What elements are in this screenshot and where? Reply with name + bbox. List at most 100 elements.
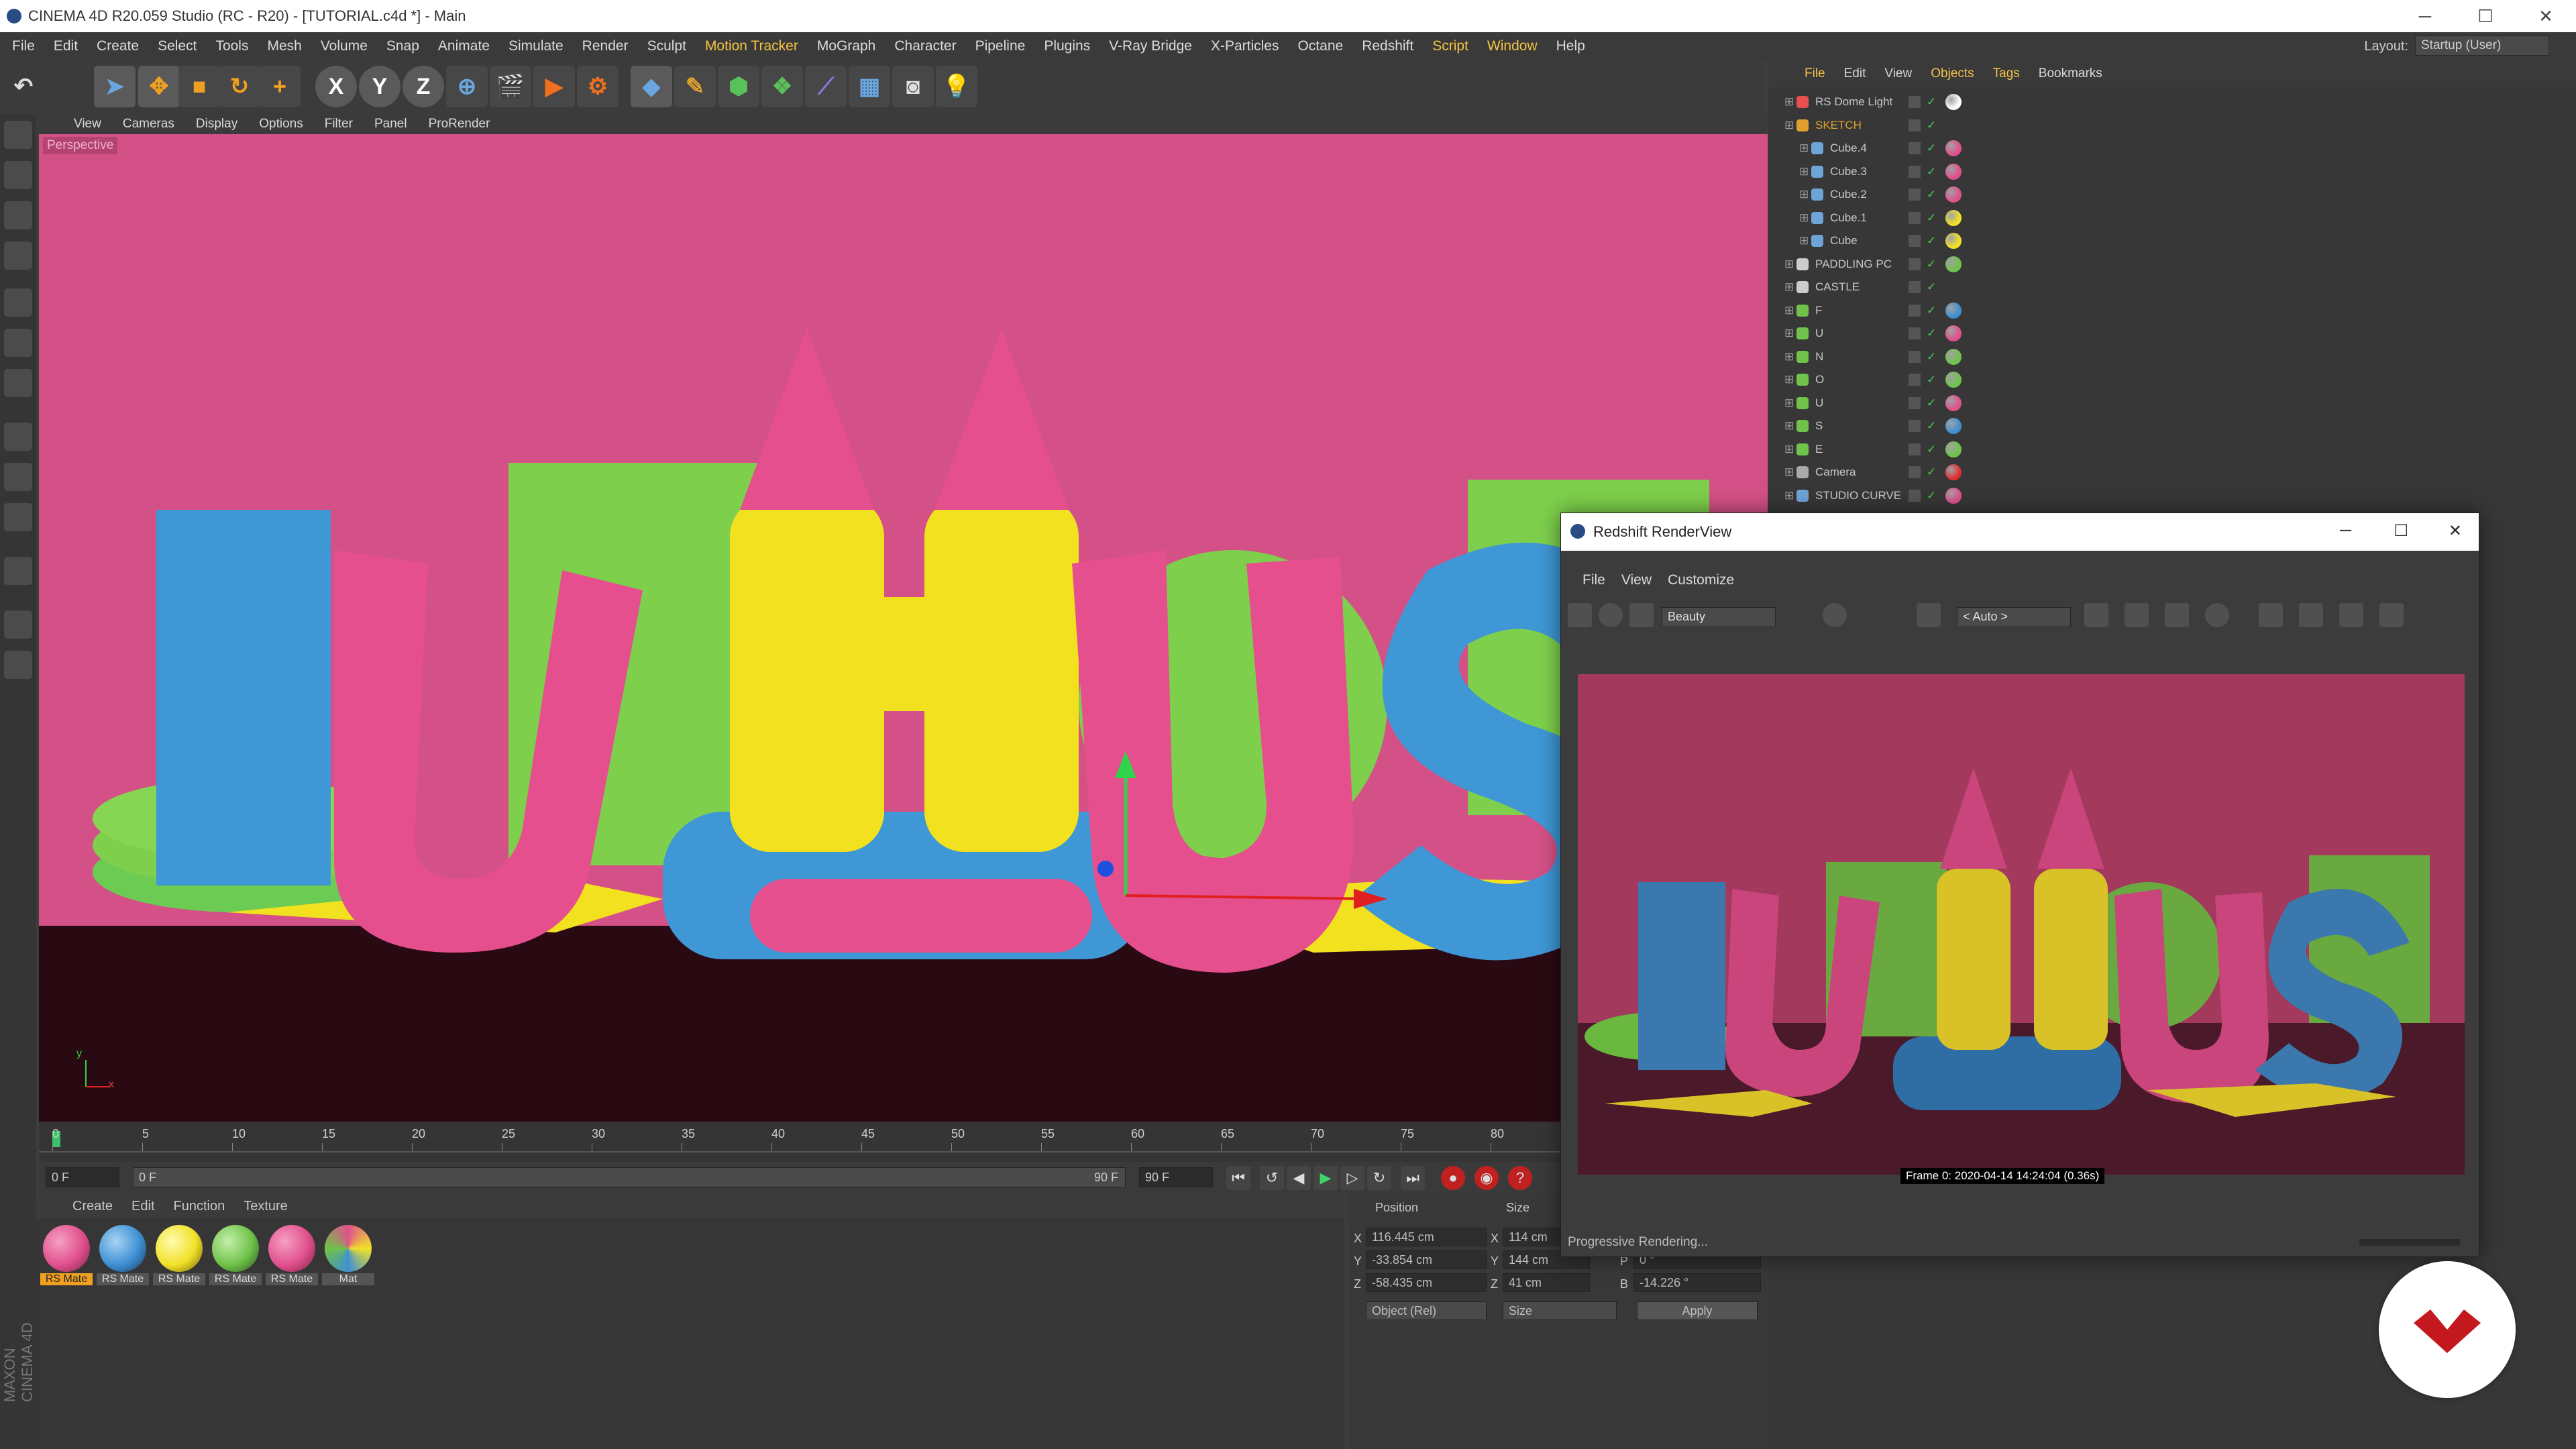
model-mode-button[interactable]	[4, 161, 32, 189]
enabled-check-icon[interactable]: ✓	[1927, 211, 1936, 225]
material-swatch[interactable]: RS Mate	[40, 1224, 93, 1288]
hdr-toggle[interactable]	[1823, 603, 1847, 627]
go-to-start-button[interactable]: ⏮	[1226, 1166, 1250, 1190]
undo-button[interactable]: ↶	[3, 66, 44, 107]
points-mode-button[interactable]	[4, 288, 32, 317]
object-name[interactable]: U	[1815, 327, 1916, 340]
object-row[interactable]: ⊞ PADDLING PC ✓	[1784, 254, 2556, 275]
menu-octane[interactable]: Octane	[1288, 38, 1352, 54]
material-tag-icon[interactable]	[1945, 464, 1962, 480]
menu-simulate[interactable]: Simulate	[499, 38, 573, 54]
object-row[interactable]: ⊞ U ✓	[1784, 392, 2556, 414]
floor-button[interactable]: ▦	[849, 66, 890, 107]
edges-mode-button[interactable]	[4, 329, 32, 357]
cube-object-button[interactable]: ◆	[631, 66, 672, 107]
render-settings-button[interactable]: ⚙	[577, 66, 619, 107]
renderview-maximize-icon[interactable]: ☐	[2394, 521, 2408, 541]
menu-mograph[interactable]: MoGraph	[808, 38, 885, 54]
menu-tools[interactable]: Tools	[206, 38, 258, 54]
menu-vray-bridge[interactable]: V-Ray Bridge	[1099, 38, 1201, 54]
enabled-check-icon[interactable]: ✓	[1927, 258, 1936, 271]
object-row[interactable]: ⊞ STUDIO CURVE ✓	[1784, 485, 2556, 506]
expand-icon[interactable]: ⊞	[1799, 234, 1811, 248]
layer-icon[interactable]	[1909, 443, 1921, 455]
render-preview-image[interactable]	[1578, 674, 2465, 1175]
material-tag-icon[interactable]	[1945, 209, 1962, 226]
next-frame-button[interactable]: ▷	[1340, 1166, 1364, 1190]
expand-icon[interactable]: ⊞	[1784, 396, 1796, 410]
go-to-end-button[interactable]: ⏭	[1401, 1166, 1425, 1190]
layer-icon[interactable]	[1909, 420, 1921, 432]
size-mode-select[interactable]: Size	[1503, 1301, 1617, 1320]
rotate-tool-button[interactable]: ↻	[219, 66, 260, 107]
minimize-button[interactable]: ─	[2395, 0, 2455, 32]
layer-icon[interactable]	[1909, 304, 1921, 317]
material-tag-icon[interactable]	[1945, 163, 1962, 180]
object-row[interactable]: ⊞ U ✓	[1784, 323, 2556, 344]
record-key-button[interactable]: ●	[1441, 1166, 1465, 1190]
object-row[interactable]: ⊞ O ✓	[1784, 369, 2556, 390]
material-tag-icon[interactable]	[1945, 394, 1962, 411]
end-frame-field[interactable]: 90 F	[1139, 1167, 1213, 1187]
object-name[interactable]: Camera	[1815, 466, 1916, 479]
material-tag-icon[interactable]	[1945, 348, 1962, 365]
material-tag-icon[interactable]	[1945, 94, 1962, 110]
keyframe-selection-button[interactable]: ?	[1508, 1166, 1532, 1190]
material-tag-icon[interactable]	[1945, 325, 1962, 341]
menu-snap[interactable]: Snap	[377, 38, 429, 54]
expand-icon[interactable]: ⊞	[1784, 419, 1796, 433]
expand-icon[interactable]: ⊞	[1784, 489, 1796, 502]
previous-frame-button[interactable]: ◀	[1287, 1166, 1311, 1190]
layer-icon[interactable]	[1909, 96, 1921, 108]
object-row[interactable]: ⊞ Cube.1 ✓	[1784, 207, 2556, 229]
expand-icon[interactable]: ⊞	[1799, 142, 1811, 155]
subdivision-button[interactable]: ⬢	[718, 66, 759, 107]
close-button[interactable]: ✕	[2516, 0, 2576, 32]
menu-render[interactable]: Render	[573, 38, 638, 54]
tweak-mode-button[interactable]	[4, 463, 32, 491]
position-z-field[interactable]: -58.435 cm	[1366, 1273, 1487, 1292]
menu-window[interactable]: Window	[1478, 38, 1547, 54]
camera-select[interactable]: < Auto >	[1957, 607, 2071, 627]
menu-character[interactable]: Character	[885, 38, 965, 54]
polygons-mode-button[interactable]	[4, 369, 32, 397]
renderview-menu-customize[interactable]: Customize	[1660, 572, 1742, 588]
layer-icon[interactable]	[1909, 235, 1921, 247]
enabled-check-icon[interactable]: ✓	[1927, 234, 1936, 248]
material-swatch[interactable]: RS Mate	[266, 1224, 318, 1288]
render-view-button[interactable]: 🎬	[490, 66, 531, 107]
enabled-check-icon[interactable]: ✓	[1927, 119, 1936, 132]
om-menu-bookmarks[interactable]: Bookmarks	[2029, 66, 2112, 81]
enabled-check-icon[interactable]: ✓	[1927, 466, 1936, 479]
menu-edit[interactable]: Edit	[44, 38, 87, 54]
expand-icon[interactable]: ⊞	[1784, 119, 1796, 132]
material-tag-icon[interactable]	[1945, 441, 1962, 458]
enabled-check-icon[interactable]: ✓	[1927, 419, 1936, 433]
make-editable-button[interactable]	[4, 121, 32, 149]
move-tool-button[interactable]: ✥	[138, 66, 180, 107]
render-to-picture-viewer-button[interactable]: ▶	[533, 66, 575, 107]
refresh-render-button[interactable]	[1629, 603, 1654, 627]
om-menu-tags[interactable]: Tags	[1984, 66, 2029, 81]
workplane-mode-button[interactable]	[4, 241, 32, 270]
object-row[interactable]: ⊞ Cube.2 ✓	[1784, 184, 2556, 205]
object-name[interactable]: O	[1815, 373, 1916, 386]
menu-file[interactable]: File	[3, 38, 44, 54]
maximize-button[interactable]: ☐	[2455, 0, 2516, 32]
scale-tool-button[interactable]: ■	[178, 66, 220, 107]
enabled-check-icon[interactable]: ✓	[1927, 489, 1936, 502]
freeze-ipr-button[interactable]	[2165, 603, 2189, 627]
object-row[interactable]: ⊞ E ✓	[1784, 439, 2556, 460]
layer-icon[interactable]	[1909, 350, 1921, 363]
autokey-button[interactable]: ◉	[1474, 1166, 1499, 1190]
renderview-menu-view[interactable]: View	[1613, 572, 1660, 588]
layer-icon[interactable]	[1909, 374, 1921, 386]
object-name[interactable]: STUDIO CURVE	[1815, 489, 1916, 502]
menu-motion-tracker[interactable]: Motion Tracker	[696, 38, 808, 54]
axis-z-toggle[interactable]: Z	[402, 66, 444, 107]
timeline-ruler[interactable]: 0 5 10 15 20 25 30 35 40 45 50 55 60 65 70 75 80	[39, 1122, 1768, 1162]
material-tag-icon[interactable]	[1945, 302, 1962, 319]
next-key-button[interactable]: ↻	[1367, 1166, 1391, 1190]
object-name[interactable]: F	[1815, 304, 1916, 317]
enabled-check-icon[interactable]: ✓	[1927, 280, 1936, 294]
